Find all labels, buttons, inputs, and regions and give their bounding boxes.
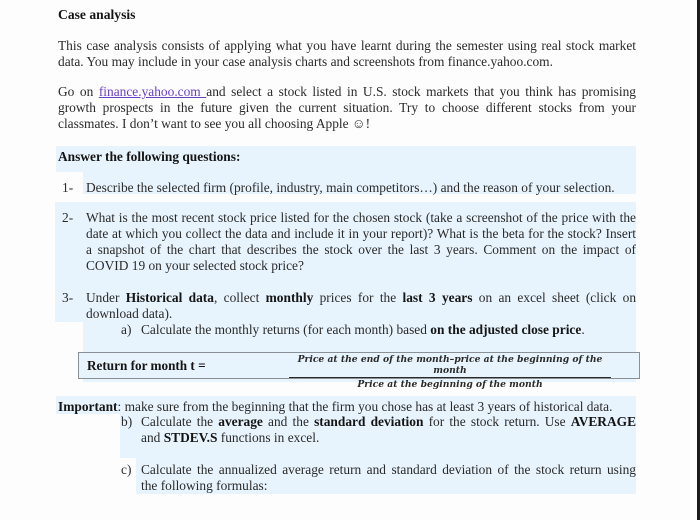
important-label: Important <box>58 399 118 414</box>
q3-text-2: , collect <box>213 290 266 305</box>
subitem-b-std-dev: standard deviation <box>314 414 424 429</box>
questions-heading: Answer the following questions: <box>58 149 241 164</box>
intro-paragraph: This case analysis consists of applying … <box>58 38 636 70</box>
formula-denominator: Price at the beginning of the month <box>357 379 543 390</box>
subitem-b-average-fn: AVERAGE <box>570 414 636 429</box>
subitem-c-label: c) <box>121 462 132 477</box>
formula-fraction: Price at the end of the month–price at t… <box>289 354 611 390</box>
finance-yahoo-link[interactable]: finance.yahoo.com <box>99 84 206 99</box>
subitem-b-t2: and the <box>262 414 315 429</box>
question-3-line-2: download data). <box>86 306 173 321</box>
subitem-b-label: b) <box>121 414 133 429</box>
formula-label: Return for month t = <box>87 358 206 373</box>
subitem-b-l2-t1: and <box>141 430 164 445</box>
question-3-line-1: Under Historical data, collect monthly p… <box>86 290 636 306</box>
formula-numerator: Price at the end of the month–price at t… <box>289 354 611 378</box>
important-text: : make sure from the beginning that the … <box>117 399 613 414</box>
question-3-text: Under Historical data, collect monthly p… <box>86 290 636 322</box>
document-title: Case analysis <box>58 7 136 22</box>
subitem-c-text: Calculate the annualized average return … <box>141 462 636 494</box>
q3-historical-data: Historical data <box>125 290 214 305</box>
subitem-a-bold: on the adjusted close price <box>430 322 582 337</box>
instructions-line-1: Go on finance.yahoo.com and select a sto… <box>58 84 636 100</box>
subitem-c-line-1: Calculate the annualized average return … <box>141 462 636 477</box>
question-2-number: 2- <box>62 210 74 225</box>
instructions-line-1-rest: and select a stock listed in U.S. stock … <box>206 84 637 99</box>
subitem-b-line-1: Calculate the average and the standard d… <box>141 414 636 430</box>
q3-text-3: prices for the <box>313 290 403 305</box>
question-2-line-2: date at which you collect the data and i… <box>86 226 636 241</box>
subitem-b-l2-t2: functions in excel. <box>217 430 320 445</box>
intro-line-2: data. You may include in your case analy… <box>58 54 553 69</box>
subitem-a-tail: . <box>581 322 585 337</box>
return-formula-box: Return for month t = Price at the end of… <box>78 352 640 390</box>
question-2-line-1: What is the most recent stock price list… <box>86 210 636 225</box>
q3-last-3-years: last 3 years <box>402 290 473 305</box>
q3-text-1: Under <box>86 290 126 305</box>
instructions-line-3: classmates. I don’t want to see you all … <box>58 116 371 131</box>
intro-line-1: This case analysis consists of applying … <box>58 38 636 53</box>
question-2-line-3: a snapshot of the chart that describes t… <box>86 242 636 257</box>
subitem-b-text: Calculate the average and the standard d… <box>141 414 636 446</box>
question-3-number: 3- <box>62 290 74 305</box>
subitem-a-label: a) <box>121 322 132 337</box>
instructions-paragraph: Go on finance.yahoo.com and select a sto… <box>58 84 636 132</box>
subitem-a-body: Calculate the monthly returns (for each … <box>141 322 431 337</box>
question-2-line-4: COVID 19 on your selected stock price? <box>86 258 304 273</box>
subitem-b-t1: Calculate the <box>141 414 219 429</box>
subitem-b-line-2: and STDEV.S functions in excel. <box>141 430 636 446</box>
q3-text-4: on an excel sheet (click on <box>472 290 637 305</box>
instructions-prefix: Go on <box>58 84 99 99</box>
subitem-b-stdev-fn: STDEV.S <box>163 430 218 445</box>
important-note: Important: make sure from the beginning … <box>58 399 612 415</box>
subitem-b-average: average <box>218 414 263 429</box>
q3-monthly: monthly <box>265 290 314 305</box>
subitem-b-t3: for the stock return. Use <box>423 414 571 429</box>
subitem-c-line-2: the following formulas: <box>141 478 268 493</box>
subitem-a-text: Calculate the monthly returns (for each … <box>141 322 585 338</box>
question-1-number: 1- <box>62 180 74 195</box>
question-1-text: Describe the selected firm (profile, ind… <box>86 180 615 195</box>
question-2-text: What is the most recent stock price list… <box>86 210 636 274</box>
instructions-line-2: growth prospects in the future given the… <box>58 100 636 115</box>
